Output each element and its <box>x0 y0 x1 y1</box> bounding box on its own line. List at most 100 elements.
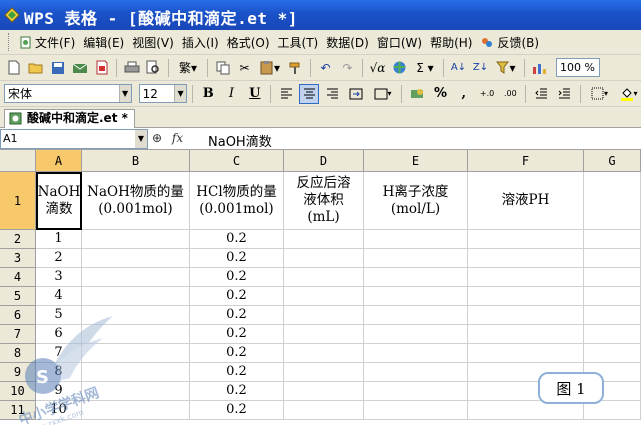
menu-format[interactable]: 格式(O) <box>223 32 274 52</box>
cell-g1[interactable] <box>584 172 641 230</box>
table-cell[interactable] <box>364 230 468 249</box>
table-cell[interactable]: 10 <box>36 401 82 420</box>
sort-ascending-icon[interactable]: A↓ <box>449 58 468 77</box>
decrease-decimal-icon[interactable]: .00 <box>500 84 520 104</box>
save-icon[interactable] <box>48 58 67 77</box>
table-cell[interactable] <box>82 344 190 363</box>
search-function-icon[interactable]: ⊕ <box>152 131 162 145</box>
table-cell[interactable] <box>284 249 364 268</box>
sort-descending-icon[interactable]: Z↓ <box>471 58 490 77</box>
table-cell[interactable]: 5 <box>36 306 82 325</box>
font-size-select[interactable]: 12 ▼ <box>138 84 188 103</box>
bold-button[interactable]: B <box>198 84 218 104</box>
border-wrap-icon[interactable]: ▾ <box>369 84 396 104</box>
increase-indent-icon[interactable] <box>555 84 575 104</box>
table-cell[interactable] <box>284 401 364 420</box>
table-cell[interactable] <box>284 363 364 382</box>
table-cell[interactable] <box>468 268 584 287</box>
table-cell[interactable] <box>584 249 641 268</box>
table-cell[interactable] <box>364 401 468 420</box>
table-cell[interactable]: 0.2 <box>190 344 284 363</box>
cell-f1[interactable]: 溶液PH <box>468 172 584 230</box>
chevron-down-icon[interactable]: ▼ <box>174 85 187 102</box>
hyperlink-icon[interactable] <box>390 58 409 77</box>
cell-a1[interactable]: NaOH 滴数 <box>36 172 82 230</box>
export-pdf-icon[interactable] <box>92 58 111 77</box>
table-cell[interactable] <box>364 306 468 325</box>
row-header[interactable]: 5 <box>0 287 36 306</box>
align-left-icon[interactable] <box>276 84 296 104</box>
table-cell[interactable] <box>468 249 584 268</box>
align-center-icon[interactable] <box>299 83 320 104</box>
email-icon[interactable] <box>70 58 89 77</box>
increase-decimal-icon[interactable]: +.0 <box>477 84 497 104</box>
traditional-chinese-icon[interactable]: 繁▾ <box>174 58 202 77</box>
open-folder-icon[interactable] <box>26 58 45 77</box>
cell-e1[interactable]: H离子浓度 (mol/L) <box>364 172 468 230</box>
table-cell[interactable] <box>82 306 190 325</box>
table-cell[interactable]: 2 <box>36 249 82 268</box>
redo-icon[interactable]: ↷ <box>338 58 357 77</box>
table-cell[interactable] <box>364 325 468 344</box>
copy-icon[interactable] <box>213 58 232 77</box>
cell-d1[interactable]: 反应后溶 液体积 (mL) <box>284 172 364 230</box>
italic-button[interactable]: I <box>221 84 241 104</box>
chart-icon[interactable] <box>530 58 549 77</box>
table-cell[interactable] <box>364 249 468 268</box>
table-cell[interactable] <box>584 344 641 363</box>
row-header[interactable]: 11 <box>0 401 36 420</box>
print-icon[interactable] <box>122 58 141 77</box>
table-cell[interactable] <box>584 325 641 344</box>
table-cell[interactable] <box>82 325 190 344</box>
table-cell[interactable] <box>584 230 641 249</box>
table-cell[interactable] <box>468 344 584 363</box>
print-preview-icon[interactable] <box>144 58 163 77</box>
autofilter-icon[interactable]: ▾ <box>493 58 519 77</box>
table-cell[interactable] <box>284 268 364 287</box>
table-cell[interactable]: 1 <box>36 230 82 249</box>
table-cell[interactable]: 4 <box>36 287 82 306</box>
table-cell[interactable]: 0.2 <box>190 268 284 287</box>
table-cell[interactable] <box>584 268 641 287</box>
table-cell[interactable]: 0.2 <box>190 306 284 325</box>
menu-window[interactable]: 窗口(W) <box>373 32 426 52</box>
format-painter-icon[interactable] <box>286 58 305 77</box>
table-cell[interactable]: 9 <box>36 382 82 401</box>
table-cell[interactable]: 0.2 <box>190 325 284 344</box>
column-header-f[interactable]: F <box>468 150 584 172</box>
undo-icon[interactable]: ↶ <box>316 58 335 77</box>
table-cell[interactable] <box>82 287 190 306</box>
table-cell[interactable]: 0.2 <box>190 230 284 249</box>
select-all-corner[interactable] <box>0 150 36 172</box>
table-cell[interactable] <box>82 230 190 249</box>
cut-icon[interactable]: ✂ <box>235 58 254 77</box>
table-cell[interactable] <box>468 306 584 325</box>
table-cell[interactable] <box>468 287 584 306</box>
menu-file[interactable]: 文件(F) <box>15 32 79 52</box>
menu-tools[interactable]: 工具(T) <box>274 32 323 52</box>
table-cell[interactable]: 6 <box>36 325 82 344</box>
menu-view[interactable]: 视图(V) <box>128 32 178 52</box>
table-cell[interactable] <box>364 363 468 382</box>
formula-input[interactable]: NaOH滴数 <box>208 131 272 150</box>
row-header[interactable]: 10 <box>0 382 36 401</box>
table-cell[interactable]: 8 <box>36 363 82 382</box>
table-cell[interactable] <box>364 382 468 401</box>
table-cell[interactable] <box>364 268 468 287</box>
autosum-icon[interactable]: Σ ▾ <box>412 58 438 77</box>
menu-data[interactable]: 数据(D) <box>322 32 373 52</box>
borders-icon[interactable]: ▾ <box>586 84 613 104</box>
column-header-e[interactable]: E <box>364 150 468 172</box>
table-cell[interactable]: 3 <box>36 268 82 287</box>
table-cell[interactable] <box>82 268 190 287</box>
table-cell[interactable] <box>364 287 468 306</box>
table-cell[interactable] <box>82 363 190 382</box>
insert-function-icon[interactable]: √α <box>368 58 387 77</box>
fx-icon[interactable]: fx <box>172 131 183 145</box>
menu-insert[interactable]: 插入(I) <box>178 32 223 52</box>
row-header[interactable]: 3 <box>0 249 36 268</box>
row-header[interactable]: 8 <box>0 344 36 363</box>
currency-icon[interactable] <box>407 84 427 104</box>
zoom-field[interactable]: 100 % <box>556 58 600 77</box>
chevron-down-icon[interactable]: ▼ <box>118 85 131 102</box>
